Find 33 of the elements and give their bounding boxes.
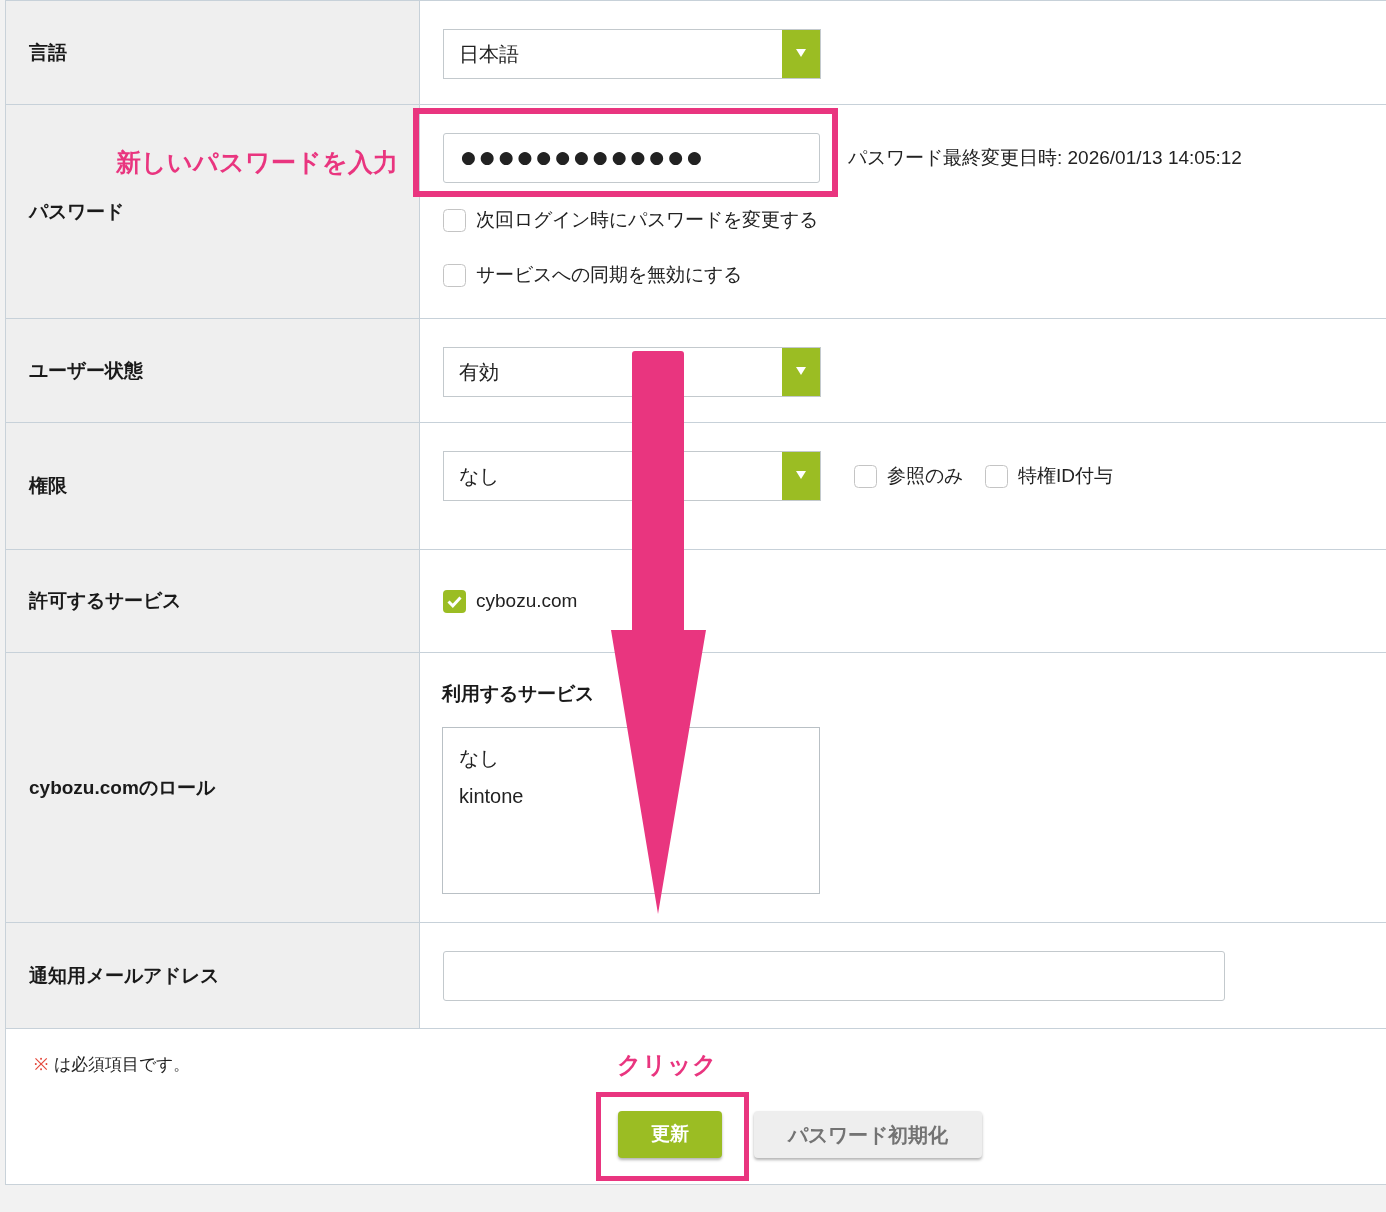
field-label: ユーザー状態 xyxy=(29,358,143,383)
required-note: は必須項目です。 xyxy=(54,1054,190,1076)
checkbox[interactable] xyxy=(443,589,466,613)
required-mark: ※ xyxy=(34,1054,48,1076)
checkbox[interactable] xyxy=(443,263,466,287)
caret-icon[interactable] xyxy=(782,30,820,78)
checkbox-label[interactable]: cybozu.com xyxy=(476,589,578,613)
checkbox-label[interactable]: 参照のみ xyxy=(887,464,963,488)
last-changed-text: パスワード最終変更日時: 2026/01/13 14:05:12 xyxy=(848,145,1242,170)
checkbox-label[interactable]: サービスへの同期を無効にする xyxy=(476,263,742,287)
field-label: 権限 xyxy=(29,474,67,498)
checkbox-label[interactable]: 次回ログイン時にパスワードを変更する xyxy=(476,208,818,232)
checkbox[interactable] xyxy=(443,208,466,232)
listbox[interactable]: なし kintone xyxy=(442,727,820,894)
language-select[interactable]: 日本語 xyxy=(443,29,821,79)
field-label: 通知用メールアドレス xyxy=(29,963,219,988)
callout-text: クリック xyxy=(617,1050,717,1080)
callout-text: 新しいパスワードを入力 xyxy=(116,147,398,178)
password-field[interactable]: ●●●●●●●●●●●●● xyxy=(443,133,820,183)
checkbox[interactable] xyxy=(854,464,877,488)
caret-icon[interactable] xyxy=(782,452,820,500)
checkbox[interactable] xyxy=(985,464,1008,488)
section-heading: 利用するサービス xyxy=(442,682,594,706)
field-label: 許可するサービス xyxy=(29,589,181,613)
listbox-item[interactable]: kintone xyxy=(443,777,532,815)
reset-password-button[interactable]: パスワード初期化 xyxy=(754,1111,982,1158)
email-field[interactable] xyxy=(443,951,1225,1001)
checkbox-label[interactable]: 特権ID付与 xyxy=(1018,464,1113,488)
caret-icon[interactable] xyxy=(782,348,820,396)
field-label: パスワード xyxy=(29,199,124,224)
listbox-item[interactable]: なし xyxy=(443,739,507,777)
field-label: 言語 xyxy=(29,40,67,65)
field-label: cybozu.comのロール xyxy=(29,775,215,800)
